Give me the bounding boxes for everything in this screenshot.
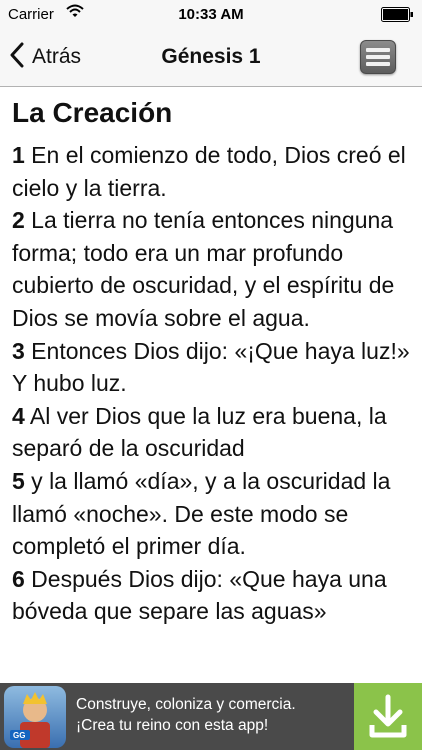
verse: 5 y la llamó «día», y a la oscuridad la … xyxy=(12,465,412,563)
ad-tagline: ¡Crea tu reino con esta app! xyxy=(76,717,269,734)
ad-copy: Construye, coloniza y comercia. ¡Crea tu… xyxy=(76,694,296,736)
back-button[interactable]: Atrás xyxy=(10,42,81,72)
ad-headline: Construye, coloniza y comercia. xyxy=(76,696,296,713)
verse-text: y la llamó «día», y a la oscuridad la ll… xyxy=(12,467,391,560)
section-heading: La Creación xyxy=(12,97,173,128)
game-app-icon: GG xyxy=(4,686,66,748)
download-button[interactable] xyxy=(354,683,422,750)
battery-icon xyxy=(381,7,414,22)
ad-banner[interactable]: GG Construye, coloniza y comercia. ¡Crea… xyxy=(0,683,422,750)
verse-number: 3 xyxy=(12,337,25,364)
verse-number: 6 xyxy=(12,565,25,592)
back-label: Atrás xyxy=(32,45,82,68)
chapter-content: La Creación 1 En el comienzo de todo, Di… xyxy=(0,87,422,683)
navigation-bar: Atrás Génesis 1 xyxy=(0,30,422,87)
svg-text:GG: GG xyxy=(13,731,25,740)
chevron-left-icon xyxy=(10,42,24,73)
verse-number: 4 xyxy=(12,402,25,429)
verse: 4 Al ver Dios que la luz era buena, la s… xyxy=(12,400,412,465)
clock: 10:33 AM xyxy=(178,6,244,23)
verse-text: La tierra no tenía entonces ninguna form… xyxy=(12,207,395,331)
verse: 6 Después Dios dijo: «Que haya una bóved… xyxy=(12,563,412,628)
status-bar: Carrier 10:33 AM xyxy=(0,0,422,30)
verse-number: 2 xyxy=(12,207,25,234)
verse-number: 1 xyxy=(12,142,25,168)
verse-text: Al ver Dios que la luz era buena, la sep… xyxy=(12,402,387,462)
download-icon xyxy=(354,694,422,754)
verse-text: Entonces Dios dijo: «¡Que haya luz!» Y h… xyxy=(12,337,410,397)
hamburger-menu-icon[interactable] xyxy=(360,40,396,74)
verse: 2 La tierra no tenía entonces ninguna fo… xyxy=(12,204,412,334)
verse: 3 Entonces Dios dijo: «¡Que haya luz!» Y… xyxy=(12,335,412,400)
verse-text: Después Dios dijo: «Que haya una bóveda … xyxy=(12,565,387,625)
verse-number: 5 xyxy=(12,467,25,494)
verse-text: En el comienzo de todo, Dios creó el cie… xyxy=(12,142,406,201)
verse: 1 En el comienzo de todo, Dios creó el c… xyxy=(12,139,412,204)
